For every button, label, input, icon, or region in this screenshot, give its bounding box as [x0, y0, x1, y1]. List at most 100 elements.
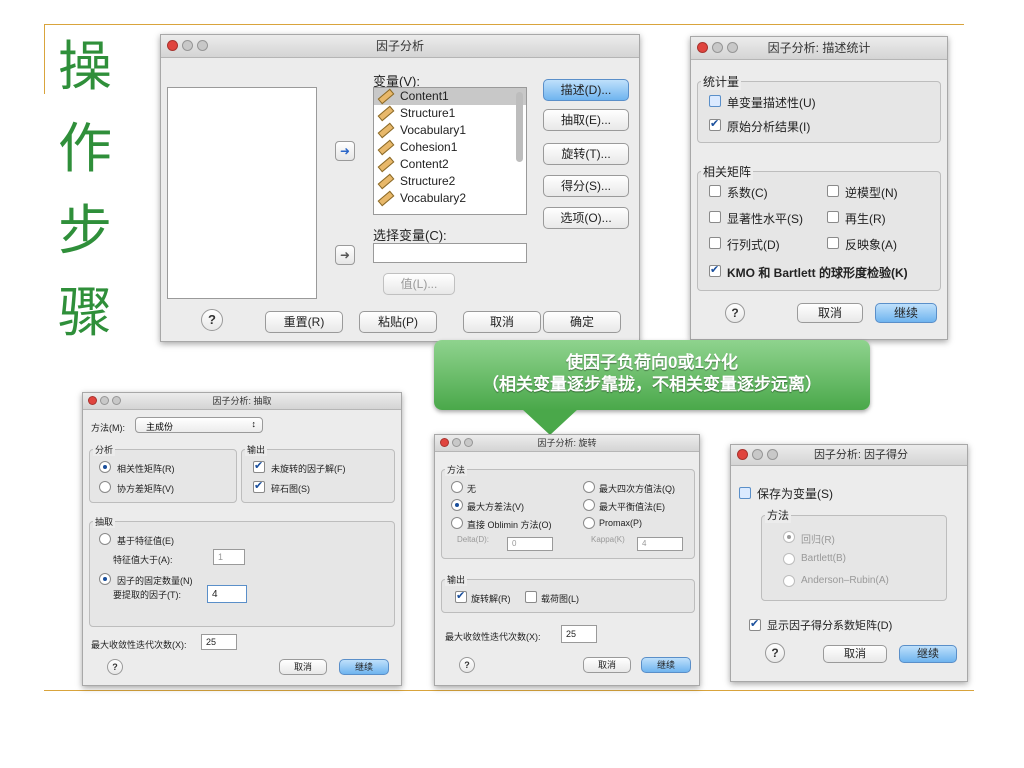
fixed-factors-radio[interactable]	[99, 573, 111, 585]
ok-button[interactable]: 确定	[543, 311, 621, 333]
zoom-light[interactable]	[727, 42, 738, 53]
matrix-checkbox[interactable]	[709, 211, 721, 223]
rotation-method-radio[interactable]	[451, 481, 463, 493]
output-checkbox[interactable]	[253, 479, 265, 493]
matrix-checkbox[interactable]	[827, 237, 839, 249]
cancel-button[interactable]: 取消	[823, 645, 887, 663]
rotation-output-checkbox[interactable]	[455, 589, 467, 603]
dialog-title: 因子分析: 因子得分	[813, 449, 909, 461]
variable-item[interactable]: Vocabulary2	[374, 190, 526, 207]
display-coefficient-matrix-label: 显示因子得分系数矩阵(D)	[767, 620, 893, 632]
rotation-method-radio[interactable]	[583, 481, 595, 493]
help-button[interactable]: ?	[765, 643, 785, 663]
minimize-light[interactable]	[712, 42, 723, 53]
help-button[interactable]: ?	[725, 303, 745, 323]
output-checkbox[interactable]	[253, 459, 265, 473]
close-light[interactable]	[88, 396, 97, 405]
help-button[interactable]: ?	[107, 659, 123, 675]
move-to-variables-button[interactable]: ➜	[335, 141, 355, 161]
rotation-method-label: 最大四次方值法(Q)	[599, 484, 675, 494]
variable-item[interactable]: Content1	[374, 88, 526, 105]
variable-item[interactable]: Content2	[374, 156, 526, 173]
zoom-light[interactable]	[112, 396, 121, 405]
display-coefficient-matrix-checkbox[interactable]	[749, 617, 761, 631]
continue-button[interactable]: 继续	[875, 303, 937, 323]
scrollbar[interactable]	[516, 92, 523, 162]
rotation-output-checkbox[interactable]	[525, 591, 537, 603]
regression-label: 回归(R)	[801, 535, 835, 546]
close-light[interactable]	[737, 449, 748, 460]
output-group	[241, 449, 395, 503]
variable-item[interactable]: Vocabulary1	[374, 122, 526, 139]
statistics-checkbox[interactable]	[709, 117, 721, 131]
statistics-label: 单变量描述性(U)	[727, 96, 816, 110]
descriptives-dialog: 因子分析: 描述统计 统计量 单变量描述性(U) 原始分析结果(I) 相关矩阵 系…	[690, 36, 948, 340]
scores-button[interactable]: 得分(S)...	[543, 175, 629, 197]
rotation-output-label: 载荷图(L)	[541, 594, 579, 604]
zoom-light[interactable]	[197, 40, 208, 51]
title-char-4: 骤	[58, 281, 112, 344]
matrix-checkbox[interactable]	[827, 211, 839, 223]
delta-field[interactable]: 0	[507, 537, 553, 551]
eigenvalue-threshold-field[interactable]: 1	[213, 549, 245, 565]
cancel-button[interactable]: 取消	[583, 657, 631, 673]
minimize-light[interactable]	[452, 438, 461, 447]
minimize-light[interactable]	[100, 396, 109, 405]
anderson-rubin-radio[interactable]	[783, 575, 795, 587]
bartlett-radio[interactable]	[783, 553, 795, 565]
eigenvalue-radio[interactable]	[99, 533, 111, 545]
save-as-variables-checkbox[interactable]	[739, 487, 751, 499]
move-to-selection-button[interactable]: ➜	[335, 245, 355, 265]
source-variable-list[interactable]	[167, 87, 317, 299]
minimize-light[interactable]	[752, 449, 763, 460]
matrix-checkbox[interactable]	[827, 185, 839, 197]
titlebar: 因子分析: 旋转	[435, 435, 699, 452]
matrix-checkbox[interactable]	[709, 263, 721, 277]
selection-field[interactable]	[373, 243, 527, 263]
continue-button[interactable]: 继续	[641, 657, 691, 673]
variables-list[interactable]: Content1 Structure1 Vocabulary1 Cohesion1 Co…	[373, 87, 527, 215]
max-iterations-field[interactable]: 25	[561, 625, 597, 643]
help-button[interactable]: ?	[459, 657, 475, 673]
continue-button[interactable]: 继续	[899, 645, 957, 663]
analysis-radio[interactable]	[99, 461, 111, 473]
variable-item[interactable]: Structure2	[374, 173, 526, 190]
kappa-field[interactable]: 4	[637, 537, 683, 551]
method-select[interactable]: 主成份 ↕	[135, 417, 263, 433]
paste-button[interactable]: 粘贴(P)	[359, 311, 437, 333]
cancel-button[interactable]: 取消	[797, 303, 863, 323]
cancel-button[interactable]: 取消	[463, 311, 541, 333]
options-button[interactable]: 选项(O)...	[543, 207, 629, 229]
extraction-button[interactable]: 抽取(E)...	[543, 109, 629, 131]
titlebar: 因子分析	[161, 35, 639, 58]
analysis-radio[interactable]	[99, 481, 111, 493]
help-button[interactable]: ?	[201, 309, 223, 331]
rotation-button[interactable]: 旋转(T)...	[543, 143, 629, 165]
reset-button[interactable]: 重置(R)	[265, 311, 343, 333]
cancel-button[interactable]: 取消	[279, 659, 327, 675]
zoom-light[interactable]	[767, 449, 778, 460]
rotation-method-radio[interactable]	[451, 517, 463, 529]
close-light[interactable]	[697, 42, 708, 53]
matrix-checkbox[interactable]	[709, 237, 721, 249]
max-iterations-field[interactable]: 25	[201, 634, 237, 650]
variable-item[interactable]: Cohesion1	[374, 139, 526, 156]
matrix-checkbox[interactable]	[709, 185, 721, 197]
rotation-method-radio[interactable]	[583, 517, 595, 529]
minimize-light[interactable]	[182, 40, 193, 51]
continue-button[interactable]: 继续	[339, 659, 389, 675]
rotation-method-radio[interactable]	[583, 499, 595, 511]
factors-to-extract-field[interactable]: 4	[207, 585, 247, 603]
close-light[interactable]	[440, 438, 449, 447]
left-rule	[44, 24, 45, 94]
value-button[interactable]: 值(L)...	[383, 273, 455, 295]
rotation-method-radio[interactable]	[451, 499, 463, 511]
variable-name: Vocabulary2	[400, 191, 467, 205]
variable-item[interactable]: Structure1	[374, 105, 526, 122]
descriptives-button[interactable]: 描述(D)...	[543, 79, 629, 101]
statistics-checkbox[interactable]	[709, 95, 721, 107]
zoom-light[interactable]	[464, 438, 473, 447]
close-light[interactable]	[167, 40, 178, 51]
correlation-matrix-group-title: 相关矩阵	[701, 163, 754, 180]
regression-radio[interactable]	[783, 531, 795, 543]
